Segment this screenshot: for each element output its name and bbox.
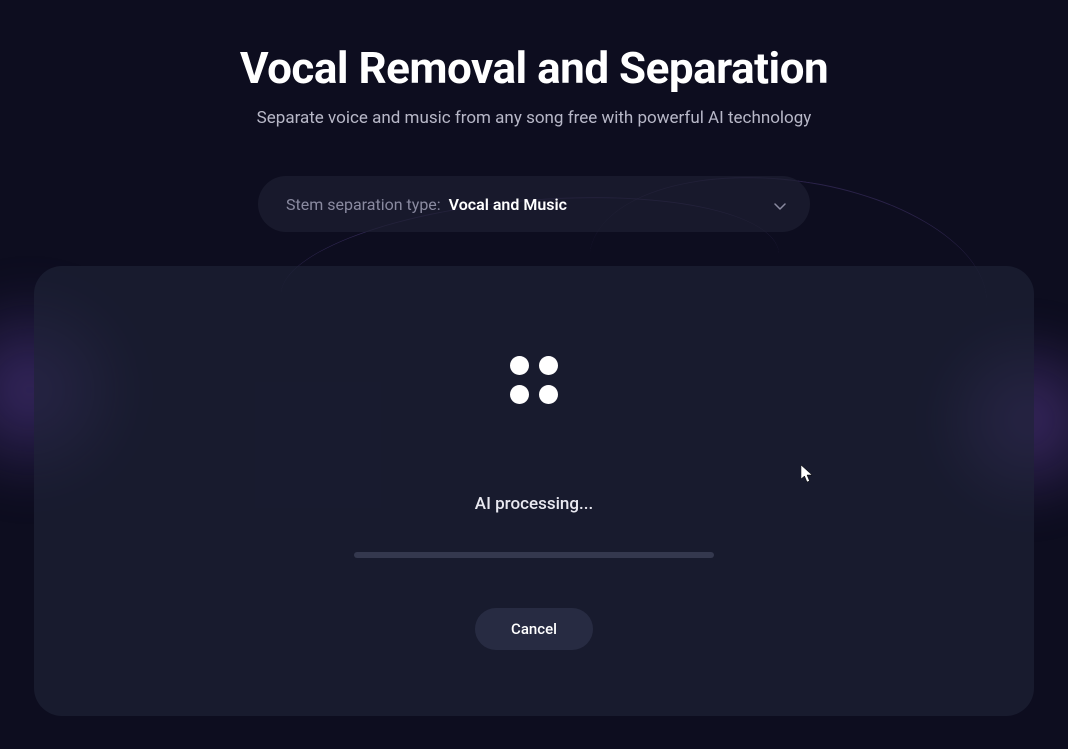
processing-card: AI processing... Cancel <box>34 266 1034 716</box>
progress-bar <box>354 552 714 558</box>
processing-status: AI processing... <box>475 494 593 514</box>
dropdown-label: Stem separation type: <box>286 195 441 214</box>
page-title: Vocal Removal and Separation <box>240 42 828 94</box>
separation-type-dropdown[interactable]: Stem separation type: Vocal and Music <box>258 176 810 232</box>
chevron-down-icon <box>774 195 786 214</box>
loading-spinner-icon <box>510 356 558 404</box>
dropdown-value: Vocal and Music <box>449 195 567 214</box>
page-subtitle: Separate voice and music from any song f… <box>257 108 812 128</box>
cancel-button[interactable]: Cancel <box>475 608 593 650</box>
